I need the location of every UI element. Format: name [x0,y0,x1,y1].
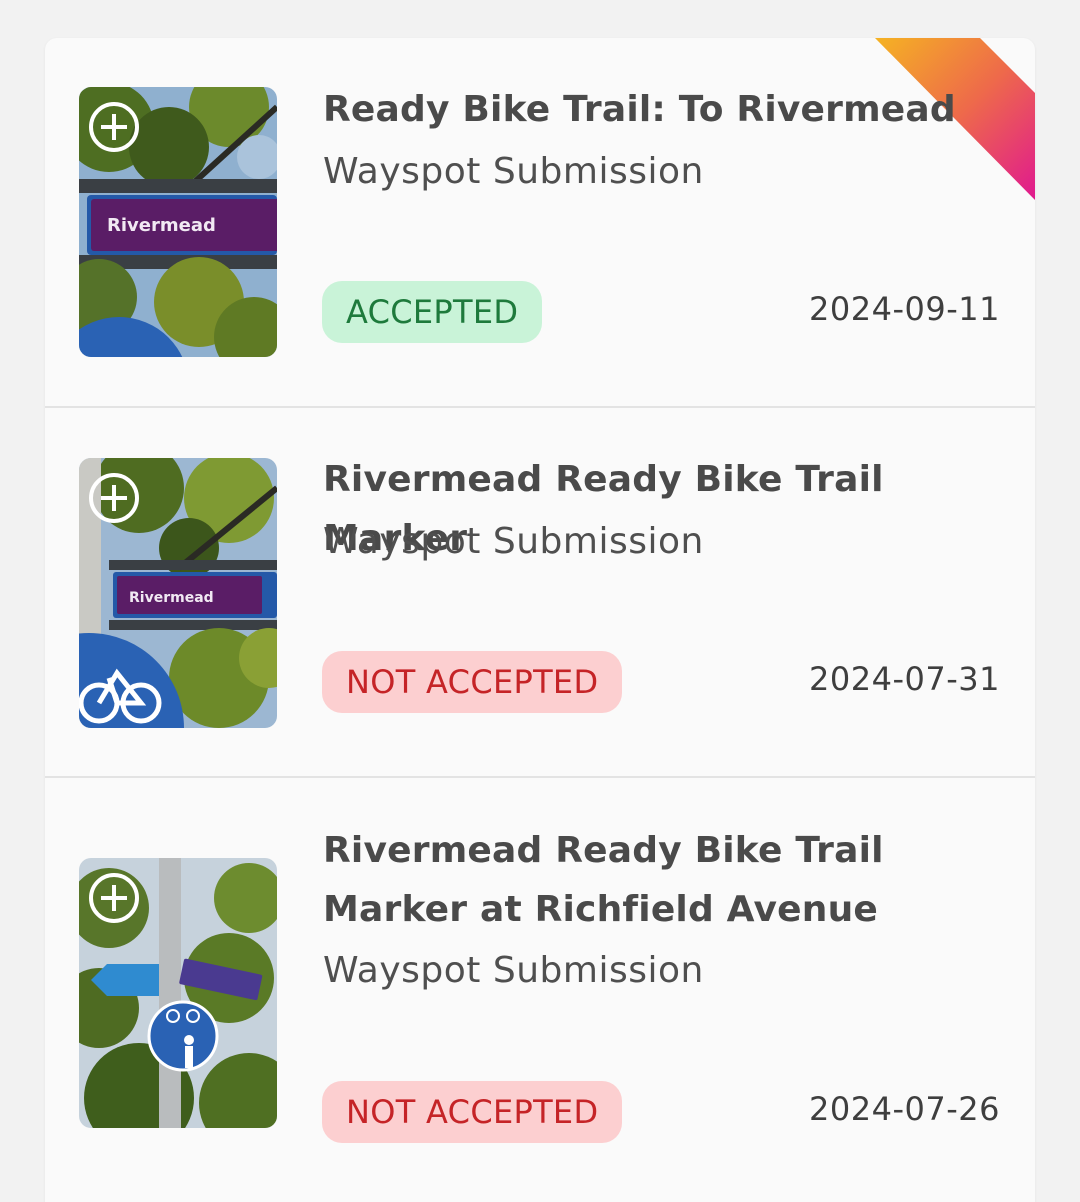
status-badge: NOT ACCEPTED [322,651,623,713]
submissions-list: Rivermead Ready Bike Trail: To Rivermead… [45,38,1035,1202]
submission-thumbnail[interactable] [79,858,277,1128]
submission-row[interactable]: Rivermead Rivermead Ready Bike Trail Mar… [45,408,1035,778]
submission-row[interactable]: Rivermead Ready Bike Trail: To Rivermead… [45,38,1035,408]
submission-type: Wayspot Submission [323,521,704,562]
sign-text: Rivermead [129,590,214,606]
submission-date: 2024-09-11 [809,290,1000,328]
submission-type: Wayspot Submission [323,151,704,192]
add-circle-icon[interactable] [88,872,140,924]
add-circle-icon[interactable] [88,101,140,153]
status-badge: NOT ACCEPTED [322,1081,623,1143]
submission-type: Wayspot Submission [323,950,704,991]
submission-date: 2024-07-31 [809,660,1000,698]
status-badge: ACCEPTED [322,281,543,343]
add-circle-icon[interactable] [88,472,140,524]
submission-title: Ready Bike Trail: To Rivermead [323,89,956,130]
sign-text: Rivermead [107,215,216,236]
submission-title: Rivermead Ready Bike Trail Marker at Ric… [323,830,884,930]
submission-date: 2024-07-26 [809,1090,1000,1128]
submission-thumbnail[interactable]: Rivermead [79,458,277,728]
submission-thumbnail[interactable]: Rivermead [79,87,277,357]
submission-row[interactable]: Rivermead Ready Bike Trail Marker at Ric… [45,778,1035,1202]
